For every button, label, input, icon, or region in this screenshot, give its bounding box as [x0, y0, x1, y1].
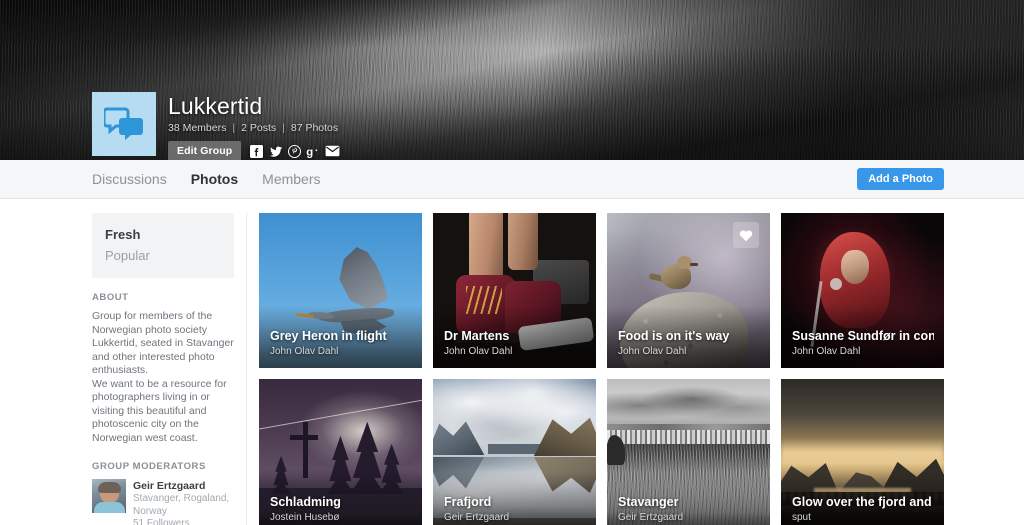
art-shape [303, 422, 308, 479]
photo-title: Food is on it's way [618, 329, 730, 343]
facebook-icon[interactable] [249, 144, 264, 159]
photo-author[interactable]: John Olav Dahl [270, 344, 412, 359]
photo-caption: Frafjord Geir Ertzgaard [444, 494, 586, 525]
photo-card[interactable]: Glow over the fjord and m... sput [781, 379, 944, 525]
add-photo-button[interactable]: Add a Photo [857, 168, 944, 190]
art-shape [607, 423, 770, 430]
photo-caption: Schladming Jostein Husebø [270, 494, 412, 525]
group-actions: Edit Group g [168, 141, 340, 160]
stat-separator: | [282, 122, 285, 134]
art-shape [690, 262, 699, 266]
cover-banner: Lukkertid 38 Members | 2 Posts | 87 Phot… [0, 0, 1024, 160]
photo-card[interactable]: Grey Heron in flight John Olav Dahl [259, 213, 422, 368]
moderator-meta: Geir Ertzgaard Stavanger, Rogaland, Norw… [133, 479, 234, 525]
photo-title: Grey Heron in flight [270, 329, 387, 343]
edit-group-button[interactable]: Edit Group [168, 141, 242, 160]
avatar-hair [98, 482, 121, 493]
stat-members: 38 Members [168, 122, 227, 134]
sort-option-fresh[interactable]: Fresh [105, 224, 221, 245]
tab-discussions[interactable]: Discussions [92, 160, 167, 198]
photo-title: Dr Martens [444, 329, 510, 343]
moderator-name[interactable]: Geir Ertzgaard [133, 480, 234, 493]
photo-title: Susanne Sundfør in consert [792, 329, 934, 343]
art-shape [607, 385, 770, 420]
photo-card[interactable]: Frafjord Geir Ertzgaard [433, 379, 596, 525]
moderator-followers: 51 Followers [133, 518, 190, 525]
section-navbar: Discussions Photos Members Add a Photo [0, 160, 1024, 199]
tab-photos[interactable]: Photos [191, 160, 238, 198]
art-shape [339, 247, 388, 310]
group-header: Lukkertid 38 Members | 2 Posts | 87 Phot… [92, 92, 340, 160]
art-shape [829, 278, 842, 291]
art-shape [507, 213, 538, 270]
group-avatar[interactable] [92, 92, 156, 156]
nav-tabs: Discussions Photos Members [92, 160, 321, 198]
art-shape [468, 213, 503, 281]
speech-bubbles-icon [104, 107, 143, 140]
photo-grid-wrapper: Grey Heron in flight John Olav Dahl Dr M… [246, 213, 944, 525]
about-text: Group for members of the Norwegian photo… [92, 310, 234, 444]
photo-author[interactable]: sput [792, 510, 934, 525]
about-heading: ABOUT [92, 292, 129, 303]
avatar-shirt [94, 502, 125, 513]
moderator-location: Stavanger, Rogaland, Norway [133, 493, 230, 517]
stat-posts: 2 Posts [241, 122, 277, 134]
photo-caption: Grey Heron in flight John Olav Dahl [270, 328, 412, 359]
photo-card[interactable]: Food is on it's way John Olav Dahl [607, 213, 770, 368]
twitter-icon[interactable] [268, 144, 283, 159]
photo-author[interactable]: Jostein Husebø [270, 510, 412, 525]
group-title: Lukkertid [168, 93, 263, 119]
sort-filter-box: Fresh Popular [92, 213, 234, 278]
tab-members[interactable]: Members [262, 160, 320, 198]
photo-card[interactable]: Schladming Jostein Husebø [259, 379, 422, 525]
sort-option-popular[interactable]: Popular [105, 245, 221, 266]
page-body: Fresh Popular ABOUT Group for members of… [0, 199, 1024, 525]
photo-author[interactable]: Geir Ertzgaard [444, 510, 586, 525]
pinterest-icon[interactable] [287, 144, 302, 159]
group-info: Lukkertid 38 Members | 2 Posts | 87 Phot… [168, 92, 340, 160]
photo-author[interactable]: John Olav Dahl [792, 344, 934, 359]
moderator-avatar[interactable] [92, 479, 126, 513]
photo-author[interactable]: John Olav Dahl [444, 344, 586, 359]
stat-separator: | [232, 122, 236, 134]
photo-title: Glow over the fjord and m... [792, 495, 934, 509]
moderators-heading: GROUP MODERATORS [92, 461, 206, 472]
photo-title: Stavanger [618, 495, 679, 509]
photo-caption: Susanne Sundfør in consert John Olav Dah… [792, 328, 934, 359]
photo-grid: Grey Heron in flight John Olav Dahl Dr M… [259, 213, 944, 525]
photo-card[interactable]: Stavanger Geir Ertzgaard [607, 379, 770, 525]
photo-title: Schladming [270, 495, 341, 509]
photo-author[interactable]: Geir Ertzgaard [618, 510, 760, 525]
photo-caption: Food is on it's way John Olav Dahl [618, 328, 760, 359]
group-stats: 38 Members | 2 Posts | 87 Photos [168, 122, 340, 134]
photo-author[interactable]: John Olav Dahl [618, 344, 760, 359]
googleplus-icon[interactable]: g [306, 144, 321, 159]
photo-card[interactable]: Susanne Sundfør in consert John Olav Dah… [781, 213, 944, 368]
email-icon[interactable] [325, 144, 340, 159]
sidebar: Fresh Popular ABOUT Group for members of… [92, 213, 244, 525]
photo-card[interactable]: Dr Martens John Olav Dahl [433, 213, 596, 368]
moderator-item[interactable]: Geir Ertzgaard Stavanger, Rogaland, Norw… [92, 479, 234, 525]
like-badge[interactable] [733, 222, 759, 248]
photo-caption: Glow over the fjord and m... sput [792, 494, 934, 525]
art-shape [607, 430, 770, 445]
stat-photos: 87 Photos [290, 122, 339, 134]
art-shape [781, 437, 944, 472]
photo-title: Frafjord [444, 495, 492, 509]
photo-caption: Dr Martens John Olav Dahl [444, 328, 586, 359]
art-shape [289, 434, 318, 440]
heart-icon [739, 229, 753, 241]
photo-caption: Stavanger Geir Ertzgaard [618, 494, 760, 525]
svg-text:g: g [306, 146, 313, 157]
group-social-links: g [249, 144, 340, 159]
